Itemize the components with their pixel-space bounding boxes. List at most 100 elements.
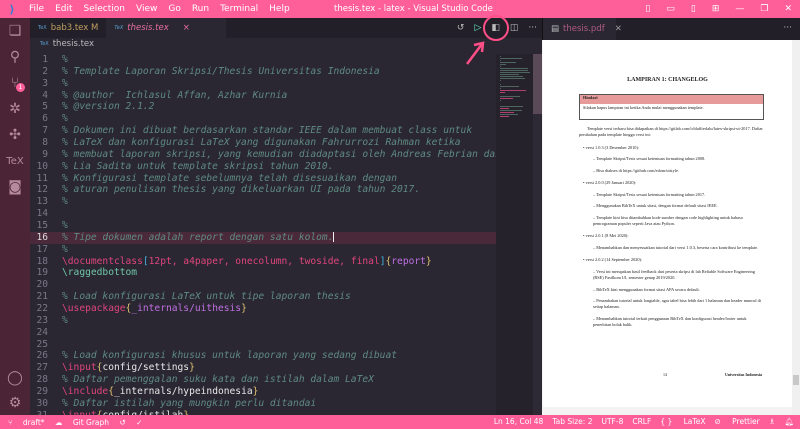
branch-status[interactable]: ⑂ draft* xyxy=(8,418,45,427)
code-line[interactable]: 27 \input{config/settings} xyxy=(30,362,496,374)
tab-thesis[interactable]: TeX thesis.tex × xyxy=(106,18,227,38)
pdf-viewer[interactable]: LAMPIRAN 1: CHANGELOG Hindari Silakan ha… xyxy=(542,40,800,415)
code-line[interactable]: 3% xyxy=(30,78,496,90)
more-actions-icon[interactable]: ··· xyxy=(783,23,792,33)
tab-thesis-pdf[interactable]: ▤ thesis.pdf ✕ xyxy=(543,18,622,40)
menu-go[interactable]: Go xyxy=(168,4,180,14)
code-line[interactable]: 24 xyxy=(30,327,496,339)
code-line[interactable]: 12 % aturan penulisan thesis yang dikelua… xyxy=(30,184,496,196)
settings-gear-icon[interactable]: ⚙ xyxy=(0,390,30,416)
menu-help[interactable]: Help xyxy=(269,4,290,14)
line-ending[interactable]: CRLF xyxy=(632,417,651,426)
timeline-icon[interactable]: ↺ xyxy=(457,23,465,33)
code-editor[interactable]: 1% 2% Template Laporan Skripsi/Thesis Uni… xyxy=(30,54,496,415)
accounts-icon[interactable]: ♗ xyxy=(769,417,776,426)
code-line[interactable]: 7 % Dokumen ini dibuat berdasarkan standa… xyxy=(30,125,496,137)
code-line[interactable]: 20 xyxy=(30,279,496,291)
line-number: 10 xyxy=(36,160,48,172)
menu-terminal[interactable]: Terminal xyxy=(220,4,258,14)
close-window-button[interactable]: ✕ xyxy=(784,4,792,14)
code-line[interactable]: 29 \include{_internals/hypeindonesia} xyxy=(30,386,496,398)
code-line[interactable]: 13% xyxy=(30,196,496,208)
menu-file[interactable]: File xyxy=(29,4,44,14)
code-token: 12pt, a4paper, onecolumn, twoside, final xyxy=(148,255,380,267)
pdf-scrollbar[interactable] xyxy=(792,40,800,415)
customize-layout-icon[interactable]: ⊞ xyxy=(712,4,720,14)
code-line[interactable]: 9 % membuat laporan skripsi, yang kemudia… xyxy=(30,149,496,161)
split-editor-icon[interactable]: ◫ xyxy=(510,23,519,33)
menu-run[interactable]: Run xyxy=(192,4,209,14)
code-line[interactable]: 4 % @author Ichlasul Affan, Azhar Kurnia xyxy=(30,90,496,102)
explorer-icon[interactable]: ❏ xyxy=(0,18,30,44)
code-line[interactable]: 17% xyxy=(30,244,496,256)
menu-edit[interactable]: Edit xyxy=(55,4,72,14)
close-tab-icon[interactable]: × xyxy=(183,23,190,33)
language-mode[interactable]: { } LaTeX xyxy=(660,417,705,426)
restore-button[interactable]: ❐ xyxy=(760,4,768,14)
toggle-secondary-sidebar-icon[interactable]: ▯ xyxy=(691,4,696,14)
encoding[interactable]: UTF-8 xyxy=(601,417,623,426)
check-icon[interactable]: ✓ xyxy=(136,418,142,427)
code-token: } xyxy=(189,362,195,374)
footer-right: Universitas Indonesia xyxy=(724,372,762,377)
more-actions-icon[interactable]: ··· xyxy=(528,23,537,33)
line-number: 1 xyxy=(42,54,48,65)
version-entry: • versi 2.0.0 (29 Januari 2020): xyxy=(583,180,637,186)
code-line[interactable]: 25 xyxy=(30,339,496,351)
prettier-status[interactable]: ⊘ Prettier xyxy=(714,417,759,426)
version-item: – Penambahan tutorial untuk longtable, a… xyxy=(593,298,762,310)
git-graph-button[interactable]: Git Graph xyxy=(73,418,109,427)
code-line[interactable]: 1% xyxy=(30,54,496,66)
account-icon[interactable]: ◯ xyxy=(0,365,30,391)
tab-bab3[interactable]: TeX bab3.tex M xyxy=(30,18,106,38)
code-line[interactable]: 5 % @version 2.1.2 xyxy=(30,101,496,113)
menu-selection[interactable]: Selection xyxy=(84,4,125,14)
debug-icon[interactable]: ✲ xyxy=(0,96,30,122)
code-line[interactable]: 8 % LaTeX dan konfigurasi LaTeX yang digu… xyxy=(30,137,496,149)
code-line[interactable]: 19 \raggedbottom xyxy=(30,267,496,279)
pdf-file-icon: ▤ xyxy=(551,24,560,34)
code-line[interactable]: 2 % Template Laporan Skripsi/Thesis Unive… xyxy=(30,66,496,78)
search-icon[interactable]: ⚲ xyxy=(0,44,30,70)
github-icon[interactable]: ◙ xyxy=(0,174,30,200)
line-number: 21 xyxy=(36,291,48,303)
pdf-scrollbar-thumb[interactable] xyxy=(793,375,799,385)
code-line[interactable]: 26 % Load konfigurasi khusus untuk lapora… xyxy=(30,350,496,362)
code-line[interactable]: 21 % Load konfigurasi LaTeX untuk tipe la… xyxy=(30,291,496,303)
cursor-position[interactable]: Ln 16, Col 48 xyxy=(494,417,543,426)
code-line[interactable]: 14 xyxy=(30,208,496,220)
line-number: 3 xyxy=(42,77,48,89)
toggle-panel-icon[interactable]: ▭ xyxy=(666,4,675,14)
highlight-circle xyxy=(483,15,509,41)
code-line[interactable]: 6% xyxy=(30,113,496,125)
code-line[interactable]: 30 % Daftar istilah yang mungkin perlu di… xyxy=(30,398,496,410)
breadcrumb[interactable]: TeX thesis.tex xyxy=(30,38,94,50)
close-tab-icon[interactable]: ✕ xyxy=(615,24,622,34)
code-token: % membuat laporan skripsi, yang kemudian… xyxy=(62,148,496,160)
code-line[interactable]: 16 % Tipe dokumen adalah report dengan sa… xyxy=(30,231,496,244)
warning-body: Silakan hapus lampiran ini ketika Anda m… xyxy=(583,105,704,110)
code-line[interactable]: 11 % Konfigurasi template sebelumnya tela… xyxy=(30,173,496,185)
code-line[interactable]: 18 \documentclass[12pt, a4paper, onecolum… xyxy=(30,256,496,268)
notifications-bell-icon[interactable]: 🔔︎ xyxy=(784,417,794,426)
code-line[interactable]: 15% xyxy=(30,220,496,232)
minimap[interactable] xyxy=(496,54,533,415)
extensions-icon[interactable]: ✣ xyxy=(0,122,30,148)
source-control-icon[interactable]: ⑂ 1 xyxy=(0,70,30,96)
menu-view[interactable]: View xyxy=(136,4,157,14)
line-number: 5 xyxy=(42,101,48,113)
editor-scrollbar-thumb[interactable] xyxy=(533,54,542,114)
tex-icon[interactable]: TeX xyxy=(0,148,30,174)
toggle-sidebar-icon[interactable]: ▯ xyxy=(645,4,650,14)
line-number: 16 xyxy=(36,231,48,243)
code-line[interactable]: 23% xyxy=(30,315,496,327)
minimize-button[interactable]: — xyxy=(735,4,744,14)
tab-size[interactable]: Tab Size: 2 xyxy=(552,417,592,426)
code-line[interactable]: 10 % Lia Sadita untuk template skripsi ta… xyxy=(30,161,496,173)
run-icon[interactable]: ▷ xyxy=(474,23,481,33)
code-line[interactable]: 22 \usepackage{_internals/uithesis} xyxy=(30,303,496,315)
sync-icon[interactable]: ☁ xyxy=(55,418,63,427)
code-line[interactable]: 28 % Daftar pemenggalan suku kata dan ist… xyxy=(30,374,496,386)
line-number: 18 xyxy=(36,255,48,267)
history-icon[interactable]: ↺ xyxy=(119,418,125,427)
